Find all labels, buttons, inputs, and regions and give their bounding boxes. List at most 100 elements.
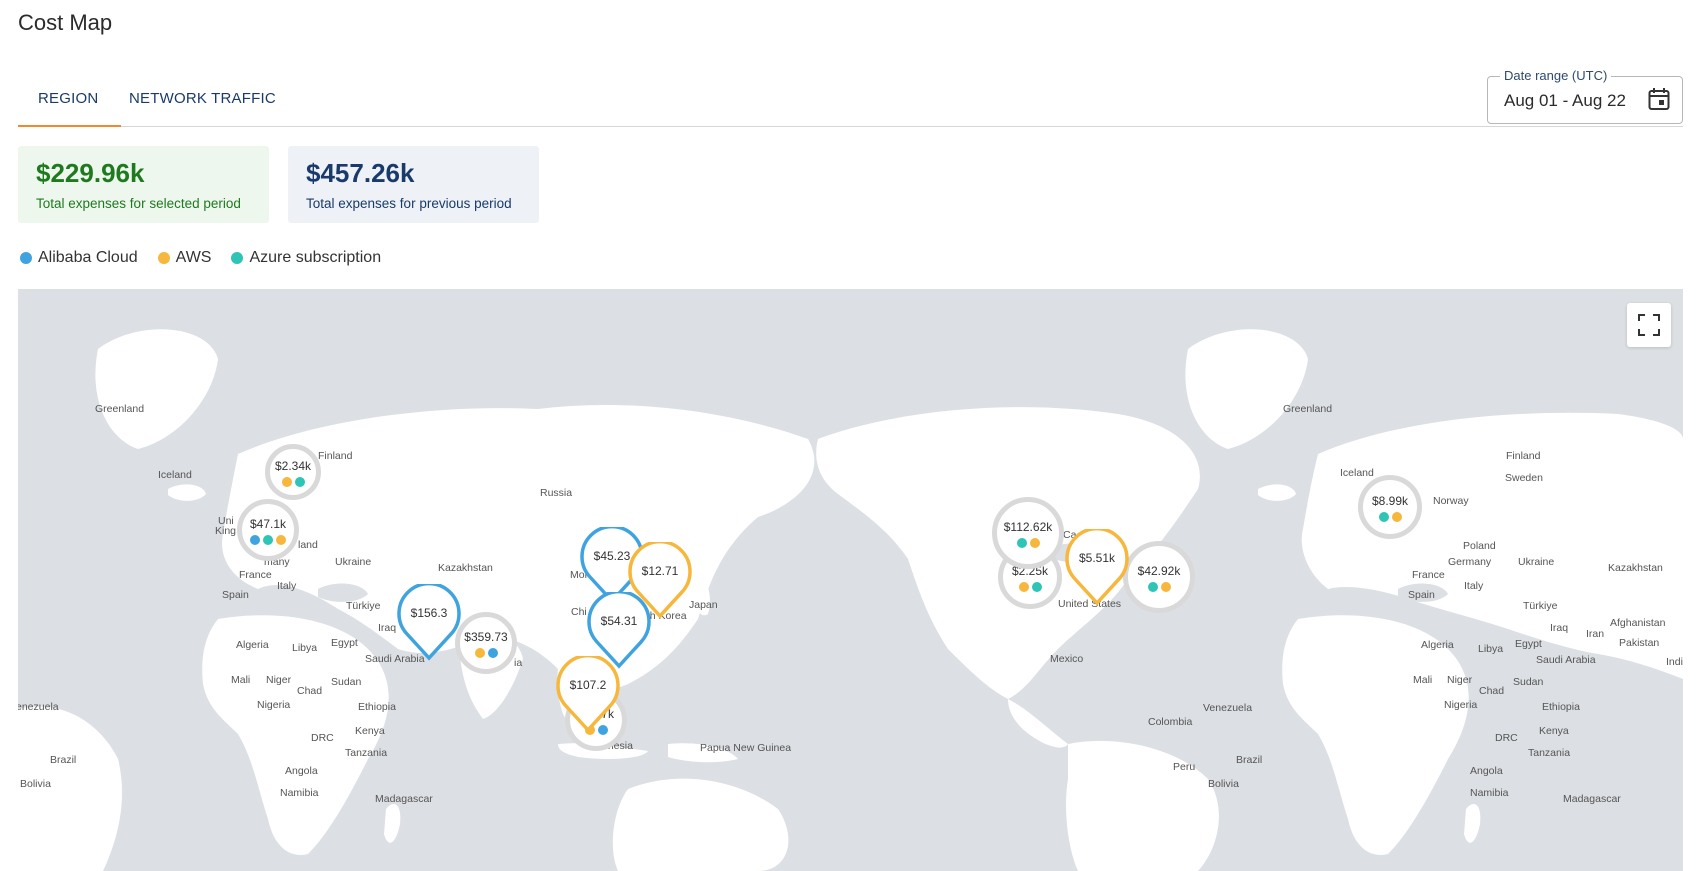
cluster-value: $42.92k: [1137, 564, 1181, 578]
cluster-provider-dots: [1363, 512, 1417, 522]
place-label: Türkiye: [1523, 600, 1558, 612]
date-range-label: Date range (UTC): [1500, 68, 1612, 83]
place-label: Chad: [297, 685, 323, 697]
place-label: Mali: [231, 674, 251, 686]
place-label: Ethiopia: [358, 701, 396, 713]
cost-cluster[interactable]: $2.34k: [265, 444, 321, 500]
place-label: Angola: [285, 765, 318, 777]
place-label: Finland: [318, 450, 353, 462]
place-label: Mali: [1413, 674, 1433, 686]
date-range-picker[interactable]: Date range (UTC) Aug 01 - Aug 22: [1487, 68, 1683, 124]
tab-network-traffic[interactable]: NETWORK TRAFFIC: [129, 90, 276, 107]
aws-dot-icon: [474, 648, 485, 658]
cost-cluster[interactable]: $8.99k: [1358, 475, 1422, 539]
tab-bar: REGION NETWORK TRAFFIC: [18, 70, 1683, 127]
place-label: Iceland: [1340, 467, 1374, 479]
place-label: Spain: [222, 589, 249, 601]
place-label: Finland: [1506, 450, 1541, 462]
cost-cluster[interactable]: $359.73: [455, 612, 517, 674]
place-label: Iran: [1586, 628, 1605, 640]
place-label: Tanzania: [345, 747, 388, 759]
place-label: Italy: [277, 580, 297, 592]
place-label: Niger: [266, 674, 292, 686]
aws-dot-icon: [1391, 512, 1402, 522]
current-period-amount: $229.96k: [36, 158, 145, 188]
place-label: Tanzania: [1528, 747, 1571, 759]
cost-cluster[interactable]: $42.92k: [1123, 541, 1195, 613]
place-label: Bolivia: [1208, 778, 1239, 790]
previous-period-description: Total expenses for previous period: [306, 196, 512, 211]
place-label: Brazil: [50, 754, 77, 766]
alibaba-dot-icon: [487, 648, 498, 658]
cluster-value: $112.62k: [1003, 520, 1053, 534]
alibaba-dot-icon: [250, 535, 260, 545]
place-label: Sudan: [1513, 676, 1544, 688]
aws-dot-icon: [281, 477, 292, 487]
previous-period-expenses-card: $457.26k Total expenses for previous per…: [288, 146, 539, 223]
cost-pin[interactable]: $5.51k: [1062, 529, 1132, 607]
place-label: Pakistan: [1619, 637, 1660, 649]
cluster-value: $47.1k: [249, 517, 287, 531]
cost-pin[interactable]: $107.2: [553, 656, 623, 734]
place-label: DRC: [1495, 732, 1518, 744]
place-label: Norway: [1433, 495, 1469, 507]
legend-label: AWS: [175, 249, 212, 266]
place-label: land: [298, 539, 318, 551]
place-label: Mexico: [1050, 653, 1084, 665]
pin-value: $54.31: [600, 614, 638, 628]
alibaba-dot-icon: [20, 252, 32, 264]
place-label: Libya: [1478, 643, 1504, 655]
place-label: Türkiye: [346, 600, 381, 612]
aws-dot-icon: [1160, 582, 1171, 592]
current-period-description: Total expenses for selected period: [36, 196, 241, 211]
place-label: Spain: [1408, 589, 1435, 601]
place-label: Ethiopia: [1542, 701, 1580, 713]
aws-dot-icon: [1018, 582, 1029, 592]
place-label: Papua New Guinea: [700, 742, 792, 754]
place-label: Russia: [540, 487, 573, 499]
cluster-value: $2.34k: [274, 459, 312, 473]
place-label: Germany: [1448, 556, 1492, 568]
place-label: Venezuela: [1203, 702, 1253, 714]
place-label: Kenya: [355, 725, 385, 737]
fullscreen-icon: [1638, 314, 1660, 336]
place-label: Egypt: [1515, 638, 1542, 650]
cost-pin[interactable]: $156.3: [394, 584, 464, 662]
aws-dot-icon: [157, 252, 170, 264]
place-label: Madagascar: [375, 793, 433, 805]
place-label: Nigeria: [257, 699, 291, 711]
place-label: Greenland: [1283, 403, 1333, 415]
cost-cluster[interactable]: $112.62k: [992, 497, 1064, 569]
place-label: Poland: [1463, 540, 1496, 552]
cost-map[interactable]: Greenland Iceland Finland Russia Kazakhs…: [18, 289, 1683, 871]
fullscreen-button[interactable]: [1627, 303, 1671, 347]
cluster-provider-dots: [460, 648, 512, 658]
place-label: Afghanistan: [1610, 617, 1666, 629]
place-label: Peru: [1173, 761, 1196, 773]
place-label: Egypt: [331, 637, 358, 649]
place-label: France: [239, 569, 272, 581]
cluster-provider-dots: [270, 477, 316, 487]
page-title: Cost Map: [18, 10, 113, 35]
calendar-icon[interactable]: [1648, 87, 1670, 111]
place-label: ia: [514, 657, 523, 669]
tab-region[interactable]: REGION: [38, 90, 98, 107]
map-pin-icon: [1065, 529, 1129, 606]
place-label: Angola: [1470, 765, 1503, 777]
place-label: Iraq: [1550, 622, 1569, 634]
azure-dot-icon: [294, 477, 305, 487]
cluster-value: $8.99k: [1371, 494, 1409, 508]
place-label: Kenya: [1539, 725, 1569, 737]
place-label: King: [215, 525, 237, 537]
place-label: Saudi Arabia: [1536, 654, 1596, 666]
cost-cluster[interactable]: $47.1k: [237, 499, 299, 561]
date-range-value[interactable]: Aug 01 - Aug 22: [1504, 91, 1626, 111]
previous-period-amount: $457.26k: [306, 158, 415, 188]
cluster-provider-dots: [242, 535, 294, 545]
place-label: Iceland: [158, 469, 192, 481]
cluster-provider-dots: [1128, 582, 1190, 592]
place-label: France: [1412, 569, 1445, 581]
legend-label: Azure subscription: [249, 249, 382, 266]
place-label: Algeria: [236, 639, 269, 651]
azure-dot-icon: [1016, 538, 1027, 548]
